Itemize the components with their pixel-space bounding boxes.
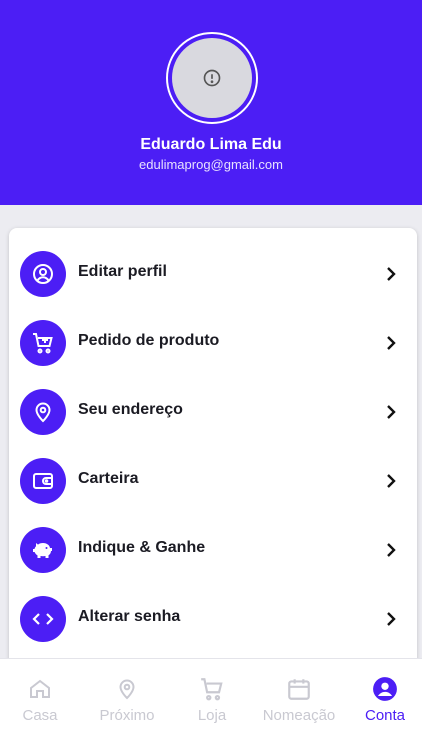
chevron-right-icon bbox=[387, 474, 396, 488]
alert-circle-icon bbox=[203, 69, 221, 87]
menu-item-label: Pedido de produto bbox=[78, 332, 220, 349]
profile-header: Eduardo Lima Edu edulimaprog@gmail.com bbox=[0, 0, 422, 205]
avatar-ring[interactable] bbox=[166, 32, 258, 124]
code-icon bbox=[20, 596, 66, 642]
nav-label: Loja bbox=[197, 707, 227, 724]
nav-item-appointment[interactable]: Nomeação bbox=[256, 659, 342, 750]
menu-item-change-password[interactable]: Alterar senha bbox=[9, 584, 417, 653]
calendar-icon bbox=[285, 675, 313, 703]
avatar[interactable] bbox=[172, 38, 252, 118]
nav-label: Nomeação bbox=[262, 707, 336, 724]
nav-item-nearby[interactable]: Próximo bbox=[92, 659, 162, 750]
cart-icon bbox=[198, 675, 226, 703]
profile-email: edulimaprog@gmail.com bbox=[139, 157, 283, 172]
wallet-icon bbox=[20, 458, 66, 504]
nav-item-store[interactable]: Loja bbox=[188, 659, 236, 750]
nav-label: Conta bbox=[364, 707, 406, 724]
account-menu-card: Editar perfil Pedido de produto Seu ende… bbox=[9, 228, 417, 688]
cart-plus-icon bbox=[20, 320, 66, 366]
chevron-right-icon bbox=[387, 336, 396, 350]
profile-name: Eduardo Lima Edu bbox=[140, 136, 282, 153]
menu-item-label: Alterar senha bbox=[78, 608, 181, 625]
menu-item-wallet[interactable]: Carteira bbox=[9, 446, 417, 515]
home-icon bbox=[26, 675, 54, 703]
nav-item-account[interactable]: Conta bbox=[360, 659, 410, 750]
chevron-right-icon bbox=[387, 543, 396, 557]
menu-item-label: Seu endereço bbox=[78, 401, 183, 418]
map-pin-icon bbox=[113, 675, 141, 703]
user-circle-icon bbox=[20, 251, 66, 297]
menu-item-product-order[interactable]: Pedido de produto bbox=[9, 308, 417, 377]
chevron-right-icon bbox=[387, 612, 396, 626]
menu-item-refer-earn[interactable]: Indique & Ganhe bbox=[9, 515, 417, 584]
menu-item-label: Editar perfil bbox=[78, 263, 167, 280]
chevron-right-icon bbox=[387, 267, 396, 281]
menu-item-address[interactable]: Seu endereço bbox=[9, 377, 417, 446]
map-pin-icon bbox=[20, 389, 66, 435]
nav-label: Casa bbox=[22, 707, 58, 724]
account-icon bbox=[371, 675, 399, 703]
chevron-right-icon bbox=[387, 405, 396, 419]
piggy-bank-icon bbox=[20, 527, 66, 573]
menu-item-label: Indique & Ganhe bbox=[78, 539, 206, 556]
bottom-navigation: Casa Próximo Loja Nomeação Conta bbox=[0, 658, 422, 750]
nav-label: Próximo bbox=[99, 707, 155, 724]
nav-item-home[interactable]: Casa bbox=[12, 659, 68, 750]
menu-item-label: Carteira bbox=[78, 470, 139, 487]
menu-item-edit-profile[interactable]: Editar perfil bbox=[9, 239, 417, 308]
